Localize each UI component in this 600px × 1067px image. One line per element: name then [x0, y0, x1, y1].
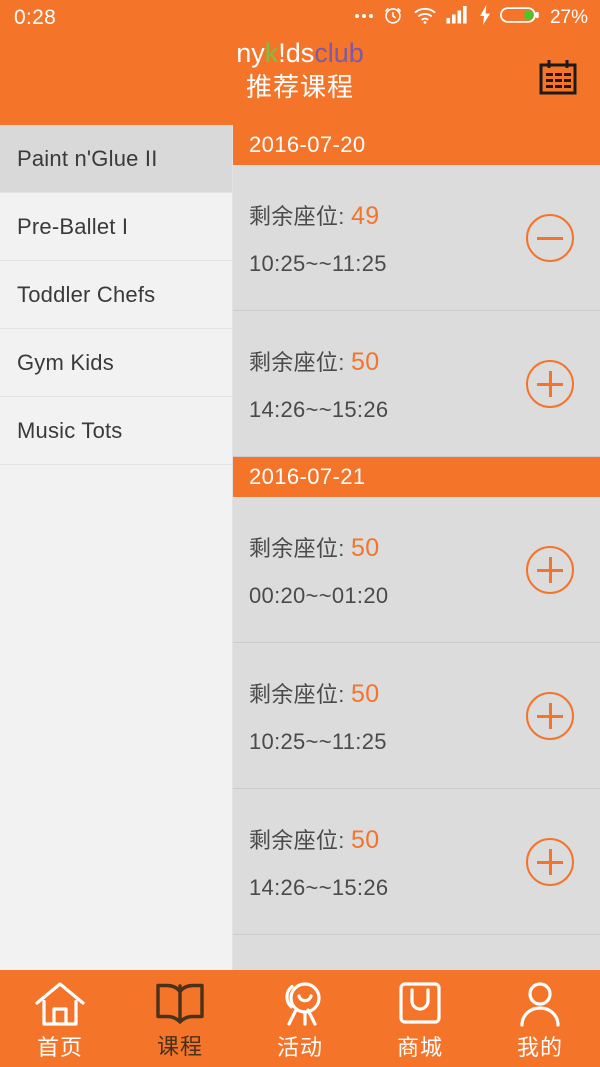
slot-time-range: 14:26~~15:26: [249, 874, 389, 900]
plus-icon-vertical: [549, 702, 552, 729]
sidebar-item-1[interactable]: Pre-Ballet I: [0, 193, 232, 261]
slot-info: 剩余座位: 50 14:26~~15:26: [249, 345, 388, 423]
tab-balloon-face[interactable]: 活动: [240, 970, 360, 1067]
bottom-nav[interactable]: 首页 课程 活动 商城 我的: [0, 970, 600, 1067]
battery-percent-label: 27%: [549, 6, 588, 28]
slot-info: 剩余座位: 50 14:26~~15:26: [249, 823, 388, 901]
class-list-sidebar[interactable]: Paint n'Glue II Pre-Ballet I Toddler Chefs…: [0, 125, 233, 970]
seats-label: 剩余座位:: [249, 535, 352, 561]
minus-icon: [537, 236, 563, 240]
slot-info: 剩余座位: 50 10:25~~11:25: [249, 677, 387, 755]
shopping-bag-icon: [397, 981, 443, 1032]
logo-part-exclaim: !: [278, 38, 286, 68]
tab-person[interactable]: 我的: [480, 970, 600, 1067]
slot-time-range: 14:26~~15:26: [249, 396, 389, 422]
schedule-slot-row[interactable]: 剩余座位: 50 14:26~~15:26: [233, 789, 600, 935]
seats-label: 剩余座位:: [249, 203, 352, 229]
schedule-groups: 2016-07-20 剩余座位: 49 10:25~~11:25 剩余座位: 50 14…: [233, 125, 600, 935]
sidebar-item-2[interactable]: Toddler Chefs: [0, 261, 232, 329]
signal-bars-icon: [446, 5, 470, 29]
sidebar-item-0[interactable]: Paint n'Glue II: [0, 125, 232, 193]
balloon-face-icon: [272, 981, 328, 1032]
home-icon: [34, 981, 86, 1032]
battery-icon: [499, 5, 540, 30]
schedule-slot-row[interactable]: 剩余座位: 50 10:25~~11:25: [233, 643, 600, 789]
seats-count: 49: [351, 201, 380, 230]
sidebar-item-label: Music Tots: [17, 417, 123, 443]
plus-icon-vertical: [549, 556, 552, 583]
seats-label: 剩余座位:: [249, 827, 352, 853]
sidebar-empty-space: [0, 465, 232, 970]
calendar-icon[interactable]: [534, 56, 582, 100]
logo-part-ny: ny: [236, 38, 265, 68]
tab-label: 课程: [156, 1034, 203, 1059]
logo-part-k: k: [264, 38, 279, 68]
app-screen: 0:28 27% nyk!dsclub 推荐课程 Paint n'Glue II…: [0, 0, 600, 1067]
seats-remaining: 剩余座位: 50: [249, 531, 388, 563]
schedule-list[interactable]: 2016-07-20 剩余座位: 49 10:25~~11:25 剩余座位: 50 14…: [233, 125, 600, 970]
schedule-date-header: 2016-07-21: [233, 457, 600, 497]
logo-part-club: club: [314, 38, 364, 68]
sidebar-items: Paint n'Glue II Pre-Ballet I Toddler Chefs…: [0, 125, 232, 465]
wifi-icon: [413, 5, 437, 30]
seats-label: 剩余座位:: [249, 681, 352, 707]
person-icon: [517, 981, 563, 1032]
app-logo: nyk!dsclub: [236, 38, 364, 68]
seats-count: 50: [351, 533, 380, 562]
tab-label: 首页: [36, 1035, 83, 1060]
charging-bolt-icon: [479, 4, 491, 30]
seats-count: 50: [351, 347, 380, 376]
status-bar-icons: 27%: [354, 0, 588, 34]
seats-count: 50: [351, 825, 380, 854]
slot-time-range: 10:25~~11:25: [249, 728, 387, 754]
alarm-clock-icon: [382, 4, 404, 31]
add-booking-button[interactable]: [526, 359, 574, 408]
slot-time-range: 00:20~~01:20: [249, 582, 389, 608]
add-booking-button[interactable]: [526, 691, 574, 740]
page-title: 推荐课程: [245, 72, 354, 102]
more-dots-icon: [354, 14, 373, 20]
schedule-slot-row[interactable]: 剩余座位: 49 10:25~~11:25: [233, 165, 600, 311]
sidebar-item-label: Gym Kids: [17, 349, 114, 375]
book-icon: [155, 982, 205, 1031]
status-bar: 0:28 27%: [0, 0, 600, 34]
app-header: nyk!dsclub 推荐课程: [0, 34, 600, 125]
seats-label: 剩余座位:: [249, 349, 352, 375]
tab-shopping-bag[interactable]: 商城: [360, 970, 480, 1067]
schedule-slot-row[interactable]: 剩余座位: 50 14:26~~15:26: [233, 311, 600, 457]
schedule-date-header: 2016-07-20: [233, 125, 600, 165]
tab-book[interactable]: 课程: [120, 970, 240, 1067]
slot-time-range: 10:25~~11:25: [249, 250, 387, 276]
seats-count: 50: [351, 679, 380, 708]
tab-label: 商城: [396, 1035, 443, 1060]
seats-remaining: 剩余座位: 49: [249, 199, 387, 231]
schedule-slot-row[interactable]: 剩余座位: 50 00:20~~01:20: [233, 497, 600, 643]
tab-home[interactable]: 首页: [0, 970, 120, 1067]
seats-remaining: 剩余座位: 50: [249, 677, 387, 709]
slot-info: 剩余座位: 49 10:25~~11:25: [249, 199, 387, 277]
slot-info: 剩余座位: 50 00:20~~01:20: [249, 531, 388, 609]
sidebar-item-label: Paint n'Glue II: [17, 145, 158, 171]
add-booking-button[interactable]: [526, 837, 574, 886]
main-content: Paint n'Glue II Pre-Ballet I Toddler Chefs…: [0, 125, 600, 970]
seats-remaining: 剩余座位: 50: [249, 823, 388, 855]
add-booking-button[interactable]: [526, 545, 574, 594]
remove-booking-button[interactable]: [526, 213, 574, 262]
plus-icon-vertical: [549, 848, 552, 875]
tab-label: 活动: [276, 1035, 323, 1060]
status-bar-clock: 0:28: [14, 5, 57, 29]
tab-label: 我的: [516, 1035, 563, 1060]
seats-remaining: 剩余座位: 50: [249, 345, 388, 377]
sidebar-item-label: Toddler Chefs: [17, 281, 156, 307]
sidebar-item-4[interactable]: Music Tots: [0, 397, 232, 465]
plus-icon-vertical: [549, 370, 552, 397]
sidebar-item-3[interactable]: Gym Kids: [0, 329, 232, 397]
sidebar-item-label: Pre-Ballet I: [17, 213, 129, 239]
logo-part-ds: ds: [285, 38, 315, 68]
